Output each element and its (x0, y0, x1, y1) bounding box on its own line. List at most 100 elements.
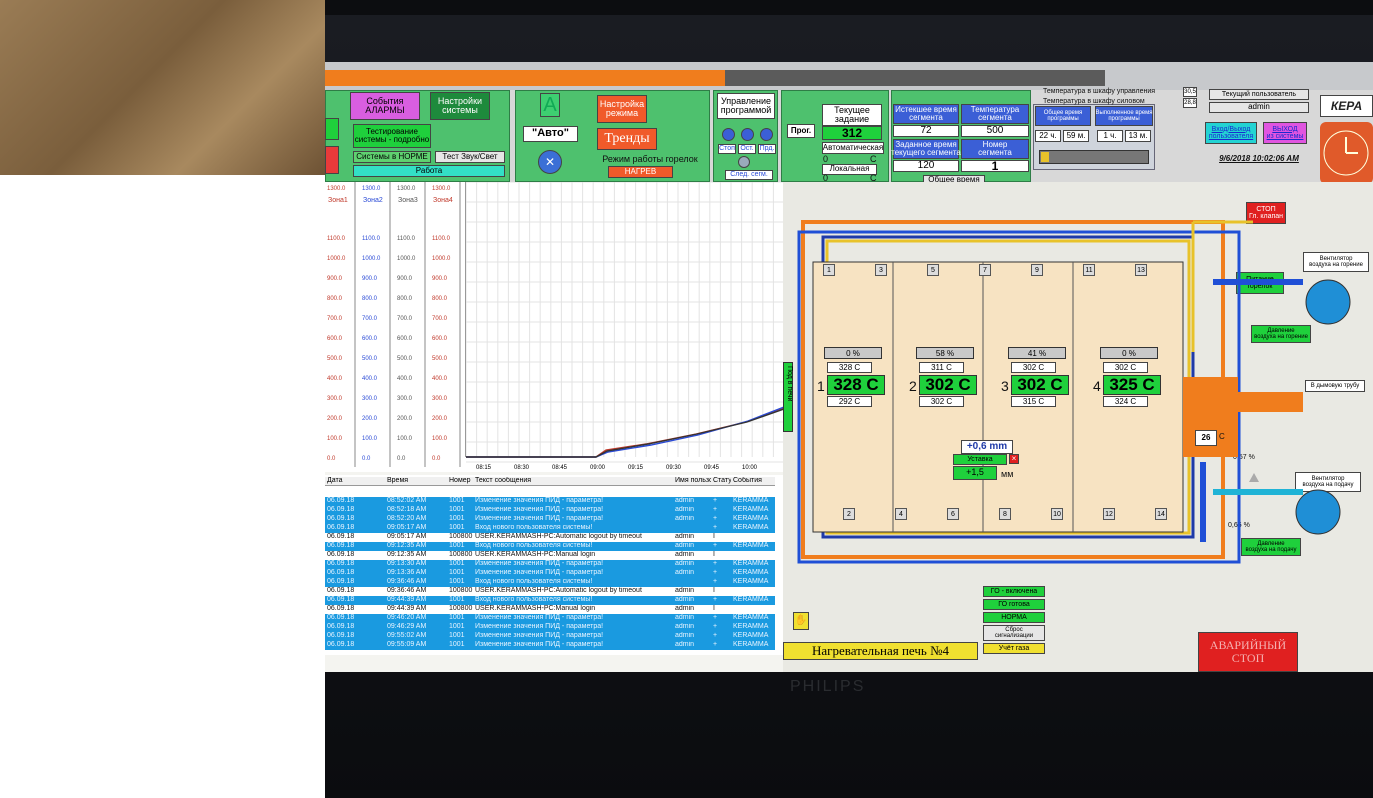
table-row[interactable]: 06.09.18 09:13:36 AM 1001 Изменение значени… (325, 569, 775, 578)
burner-port-bottom[interactable]: 14 (1155, 508, 1167, 520)
login-logout-button[interactable]: Вход/Выход пользователя (1205, 122, 1257, 144)
scale-tick-label: 900.0 (362, 276, 378, 282)
current-user-value: admin (1209, 102, 1309, 113)
mode-settings-button[interactable]: Настройка режима (597, 95, 647, 123)
sound-light-test-button[interactable]: Тест Звук/Свет (435, 151, 505, 163)
scale-tick-label: 500.0 (397, 356, 413, 362)
table-cell: + (713, 515, 718, 522)
burner-port-top[interactable]: 7 (979, 264, 991, 276)
table-row[interactable]: 06.09.18 09:55:09 AM 1001 Изменение значени… (325, 641, 775, 650)
segment-icon[interactable] (738, 156, 750, 168)
zone-scale-label[interactable]: Зона4 (433, 197, 453, 204)
table-header-cell[interactable]: События (731, 477, 775, 485)
table-row[interactable]: 06.09.18 09:36:46 AM 1001 Вход нового польз… (325, 578, 775, 587)
gas-metering-button[interactable]: Учёт газа (983, 643, 1045, 654)
exit-system-button[interactable]: ВЫХОД из системы (1263, 122, 1307, 144)
left-red-button[interactable] (325, 146, 339, 174)
table-header: Дата Время Номер Текст сообщения Имя пользо С… (325, 477, 775, 486)
zone-top-temp: 302 C (1103, 362, 1148, 373)
left-green-button[interactable] (325, 118, 339, 140)
table-row[interactable]: 06.09.18 09:44:39 AM 100800 USER.KERAMMASH-… (325, 605, 775, 614)
system-settings-button[interactable]: Настройки системы (430, 92, 490, 120)
table-row[interactable]: 06.09.18 09:46:20 AM 1001 Изменение значени… (325, 614, 775, 623)
time-tick-label: 09:30 (666, 465, 682, 471)
table-header-cell[interactable]: Текст сообщения (473, 477, 673, 485)
prog-pause-button[interactable]: Ост. (738, 144, 756, 154)
zone-number: 2 (909, 378, 917, 394)
zone-scale-label[interactable]: Зона2 (363, 197, 383, 204)
datetime-display: 9/6/2018 10:02:06 AM (1219, 154, 1299, 163)
scale-tick-label: 900.0 (327, 276, 343, 282)
table-cell: Изменение значения ПИД - параметра! (475, 569, 604, 576)
burner-port-top[interactable]: 3 (875, 264, 887, 276)
prog-stop-button[interactable]: Стоп (718, 144, 736, 154)
mute-icon[interactable]: ✕ (538, 150, 562, 174)
table-cell: admin (675, 506, 695, 513)
next-radio-icon[interactable] (760, 128, 773, 141)
table-row[interactable]: 06.09.18 08:52:02 AM 1001 Изменение значени… (325, 497, 775, 506)
burner-port-bottom[interactable]: 8 (999, 508, 1011, 520)
scale-tick-label: 300.0 (397, 396, 413, 402)
prog-next-button[interactable]: Прд. (758, 144, 776, 154)
trends-button[interactable]: Тренды (597, 128, 657, 150)
table-header-cell[interactable]: Имя пользо (673, 477, 711, 485)
scale-tick-label: 100.0 (397, 436, 413, 442)
vertical-button[interactable]: Под в печи (783, 362, 793, 432)
stop-radio-icon[interactable] (722, 128, 735, 141)
table-row[interactable]: 06.09.18 09:05:17 AM 100800 USER.KERAMMASH-… (325, 533, 775, 542)
next-segment-button[interactable]: След. сегм. (725, 170, 773, 180)
auto-mode-button[interactable]: "Авто" (523, 126, 578, 142)
table-row[interactable]: 06.09.18 09:12:35 AM 100800 USER.KERAMMASH-… (325, 551, 775, 560)
table-header-cell[interactable]: Время (385, 477, 447, 485)
table-cell: + (713, 614, 718, 621)
zone-scale-label[interactable]: Зона1 (328, 197, 348, 204)
scale-tick-label: 500.0 (432, 356, 448, 362)
table-row[interactable]: 06.09.18 08:52:18 AM 1001 Изменение значени… (325, 506, 775, 515)
burner-port-bottom[interactable]: 10 (1051, 508, 1063, 520)
hand-icon[interactable]: ✋ (793, 612, 809, 630)
table-row[interactable]: 06.09.18 09:55:02 AM 1001 Изменение значени… (325, 632, 775, 641)
table-cell: 09:55:02 AM (387, 632, 427, 639)
scale-tick-label: 400.0 (432, 376, 448, 382)
burner-port-bottom[interactable]: 6 (947, 508, 959, 520)
burner-port-top[interactable]: 11 (1083, 264, 1095, 276)
burner-port-bottom[interactable]: 12 (1103, 508, 1115, 520)
system-testing-button[interactable]: Тестирование системы - подробно (353, 124, 431, 148)
setpoint-close-icon[interactable]: × (1009, 454, 1019, 464)
burners-ready-status: ГО готова (983, 599, 1045, 610)
table-cell: Вход нового пользователя системы! (475, 542, 593, 549)
reset-alarm-button[interactable]: Сброс сигнализации (983, 625, 1045, 641)
trend-plot: 08:15 08:30 08:45 09:00 09:15 09:30 09:45 10:00 (465, 181, 785, 471)
burner-port-top[interactable]: 13 (1135, 264, 1147, 276)
elapsed-value: 72 (893, 125, 959, 137)
systems-normal-status: Системы в НОРМЕ (353, 151, 431, 163)
vertical-button-label: Под в печи (786, 366, 793, 402)
table-row[interactable]: 06.09.18 09:46:29 AM 1001 Изменение значени… (325, 623, 775, 632)
prog-button[interactable]: Прог. (787, 124, 815, 138)
emergency-stop-button[interactable]: АВАРИЙНЫЙ СТОП (1198, 632, 1298, 672)
burner-port-bottom[interactable]: 2 (843, 508, 855, 520)
table-cell: I (713, 533, 715, 540)
company-logo: КЕРА (1320, 95, 1373, 117)
pause-radio-icon[interactable] (741, 128, 754, 141)
toolbar: События АЛАРМЫ Настройки системы Тестиро… (325, 87, 1373, 185)
table-row[interactable]: 06.09.18 09:44:39 AM 1001 Вход нового польз… (325, 596, 775, 605)
burner-port-top[interactable]: 9 (1031, 264, 1043, 276)
table-row[interactable]: 06.09.18 09:05:17 AM 1001 Вход нового польз… (325, 524, 775, 533)
burner-port-top[interactable]: 1 (823, 264, 835, 276)
burner-port-bottom[interactable]: 4 (895, 508, 907, 520)
table-row[interactable]: 06.09.18 08:52:20 AM 1001 Изменение значени… (325, 515, 775, 524)
table-cell: Изменение значения ПИД - параметра! (475, 506, 604, 513)
table-row[interactable]: 06.09.18 09:12:35 AM 1001 Вход нового польз… (325, 542, 775, 551)
burner-port-top[interactable]: 5 (927, 264, 939, 276)
zone-scale-label[interactable]: Зона3 (398, 197, 418, 204)
table-row[interactable]: 06.09.18 09:36:46 AM 100800 USER.KERAMMASH-… (325, 587, 775, 596)
table-header-cell[interactable]: Статус (711, 477, 731, 485)
table-header-cell[interactable]: Номер (447, 477, 473, 485)
setpoint-value[interactable]: +1,5 (953, 466, 997, 480)
table-cell: admin (675, 632, 695, 639)
table-row[interactable]: 06.09.18 09:13:30 AM 1001 Изменение значени… (325, 560, 775, 569)
alarms-button[interactable]: События АЛАРМЫ (350, 92, 420, 120)
scale-tick-label: 200.0 (432, 416, 448, 422)
table-header-cell[interactable]: Дата (325, 477, 385, 485)
